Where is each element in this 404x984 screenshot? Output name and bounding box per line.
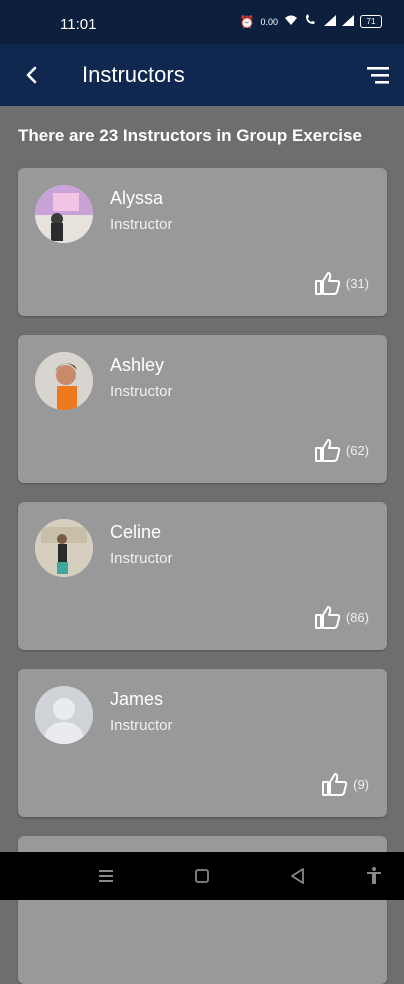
home-icon[interactable] [192,866,212,886]
status-bar: 11:01 ⏰ 0.00 71 [0,0,404,44]
wifi-icon [284,14,298,29]
instructor-name: Ashley [110,355,165,375]
battery-icon: 71 [360,15,382,28]
app-bar: Instructors [0,44,404,106]
system-nav-bar [0,852,404,900]
back-arrow-icon[interactable] [20,63,44,87]
thumbs-up-icon[interactable] [314,437,342,463]
likes[interactable]: (31) [314,270,369,296]
signal-icon-2 [342,14,354,29]
back-icon[interactable] [288,866,308,886]
likes-count: (9) [353,776,369,792]
likes-count: (86) [345,609,369,625]
instructor-count-summary: There are 23 Instructors in Group Exerci… [18,126,362,145]
likes-count: (62) [345,442,369,458]
wifi-call-icon [304,14,318,29]
instructor-role: Instructor [110,550,173,567]
avatar [35,519,93,577]
page-title: Instructors [82,62,185,87]
sort-filter-icon[interactable] [366,64,390,86]
thumbs-up-icon[interactable] [321,771,349,797]
signal-icon-1 [324,14,336,29]
data-speed: 0.00 [260,16,278,27]
instructor-name: Celine [110,522,162,542]
avatar [35,686,93,744]
status-icons: ⏰ 0.00 71 [240,14,382,29]
avatar [35,352,93,410]
instructor-role: Instructor [110,383,173,400]
thumbs-up-icon[interactable] [314,270,342,296]
thumbs-up-icon[interactable] [314,604,342,630]
instructor-card[interactable]: Ashley Instructor (62) [18,335,387,483]
likes[interactable]: (62) [314,437,369,463]
instructor-role: Instructor [110,216,173,233]
recents-icon[interactable] [96,866,116,886]
instructor-name: James [110,689,164,709]
avatar [35,185,93,243]
instructor-name: Alyssa [110,188,164,208]
accessibility-icon[interactable] [364,866,384,886]
alarm-icon: ⏰ [239,14,255,29]
likes[interactable]: (86) [314,604,369,630]
instructor-card[interactable]: Alyssa Instructor (31) [18,168,387,316]
likes[interactable]: (9) [321,771,369,797]
likes-count: (31) [345,275,369,291]
instructor-role: Instructor [110,717,173,734]
status-time: 11:01 [60,16,97,33]
instructor-card[interactable]: James Instructor (9) [18,669,387,817]
instructor-card[interactable]: Celine Instructor (86) [18,502,387,650]
